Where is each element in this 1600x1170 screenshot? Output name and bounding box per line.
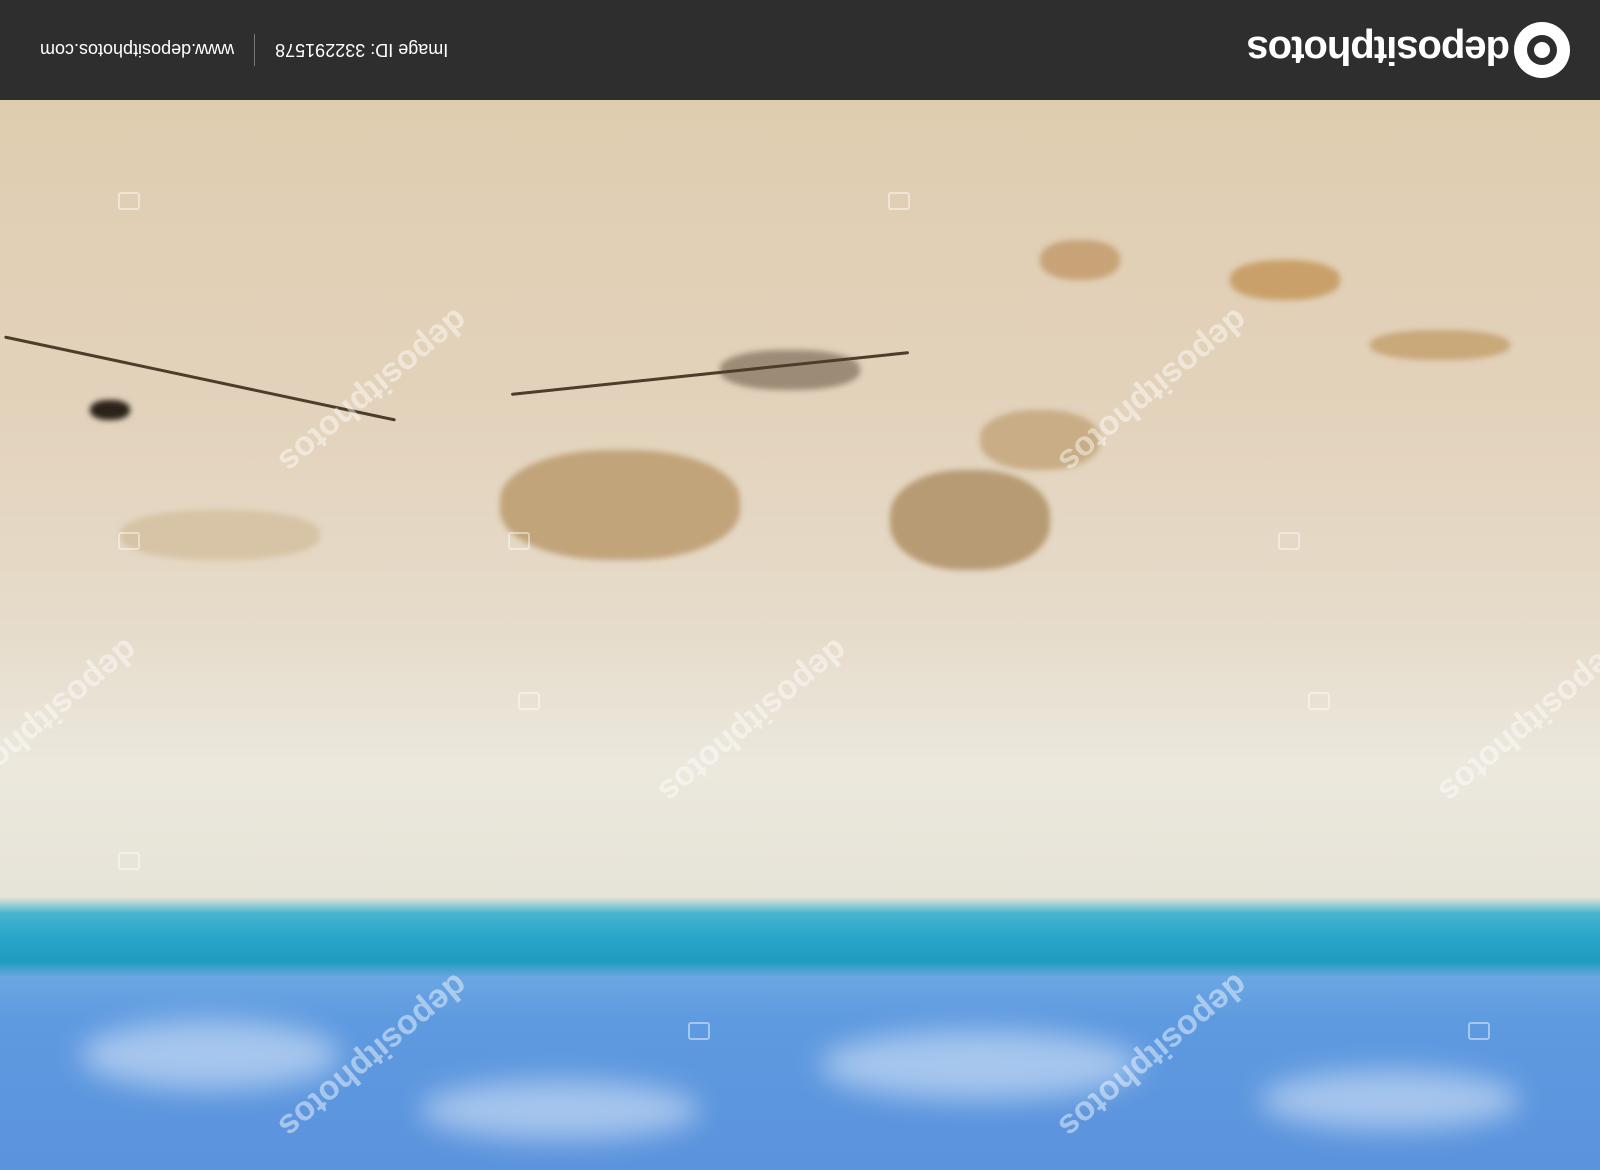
- watermark-text: depositphotos: [1431, 631, 1600, 811]
- website-link[interactable]: www.depositphotos.com: [40, 40, 234, 61]
- watermark-text: depositphotos: [271, 301, 476, 481]
- logo-text: depositphotos: [1247, 28, 1510, 73]
- depositphotos-banner: depositphotos Image ID: 332291578 www.de…: [0, 0, 1600, 100]
- watermark-camera-icon: [688, 1022, 710, 1040]
- watermark-text: depositphotos: [651, 631, 856, 811]
- watermark-camera-icon: [118, 192, 140, 210]
- sand-clump: [1040, 240, 1120, 280]
- sand-clump: [1230, 260, 1340, 300]
- watermark-camera-icon: [508, 532, 530, 550]
- image-meta: Image ID: 332291578 www.depositphotos.co…: [40, 0, 448, 100]
- cloud: [1260, 1070, 1520, 1130]
- watermark-text: depositphotos: [0, 631, 146, 811]
- sand-clump: [500, 450, 740, 560]
- watermark-camera-icon: [1308, 692, 1330, 710]
- camera-logo-icon: [1514, 22, 1570, 78]
- watermark-camera-icon: [888, 192, 910, 210]
- watermark-text: depositphotos: [1051, 301, 1256, 481]
- beach-photo: depositphotos depositphotos depositphoto…: [0, 100, 1600, 1170]
- sand-clump: [120, 510, 320, 560]
- sand-clump: [90, 400, 130, 420]
- watermark-camera-icon: [118, 532, 140, 550]
- sand-clump: [890, 470, 1050, 570]
- sand-clump: [1370, 330, 1510, 360]
- cloud: [420, 1080, 700, 1140]
- divider: [254, 34, 256, 66]
- image-id: Image ID: 332291578: [275, 40, 449, 61]
- watermark-camera-icon: [518, 692, 540, 710]
- watermark-camera-icon: [1278, 532, 1300, 550]
- cloud: [80, 1020, 340, 1090]
- brand-logo[interactable]: depositphotos: [1247, 22, 1570, 78]
- watermark-camera-icon: [1468, 1022, 1490, 1040]
- rotated-stage: depositphotos depositphotos depositphoto…: [0, 0, 1600, 1170]
- watermark-camera-icon: [118, 852, 140, 870]
